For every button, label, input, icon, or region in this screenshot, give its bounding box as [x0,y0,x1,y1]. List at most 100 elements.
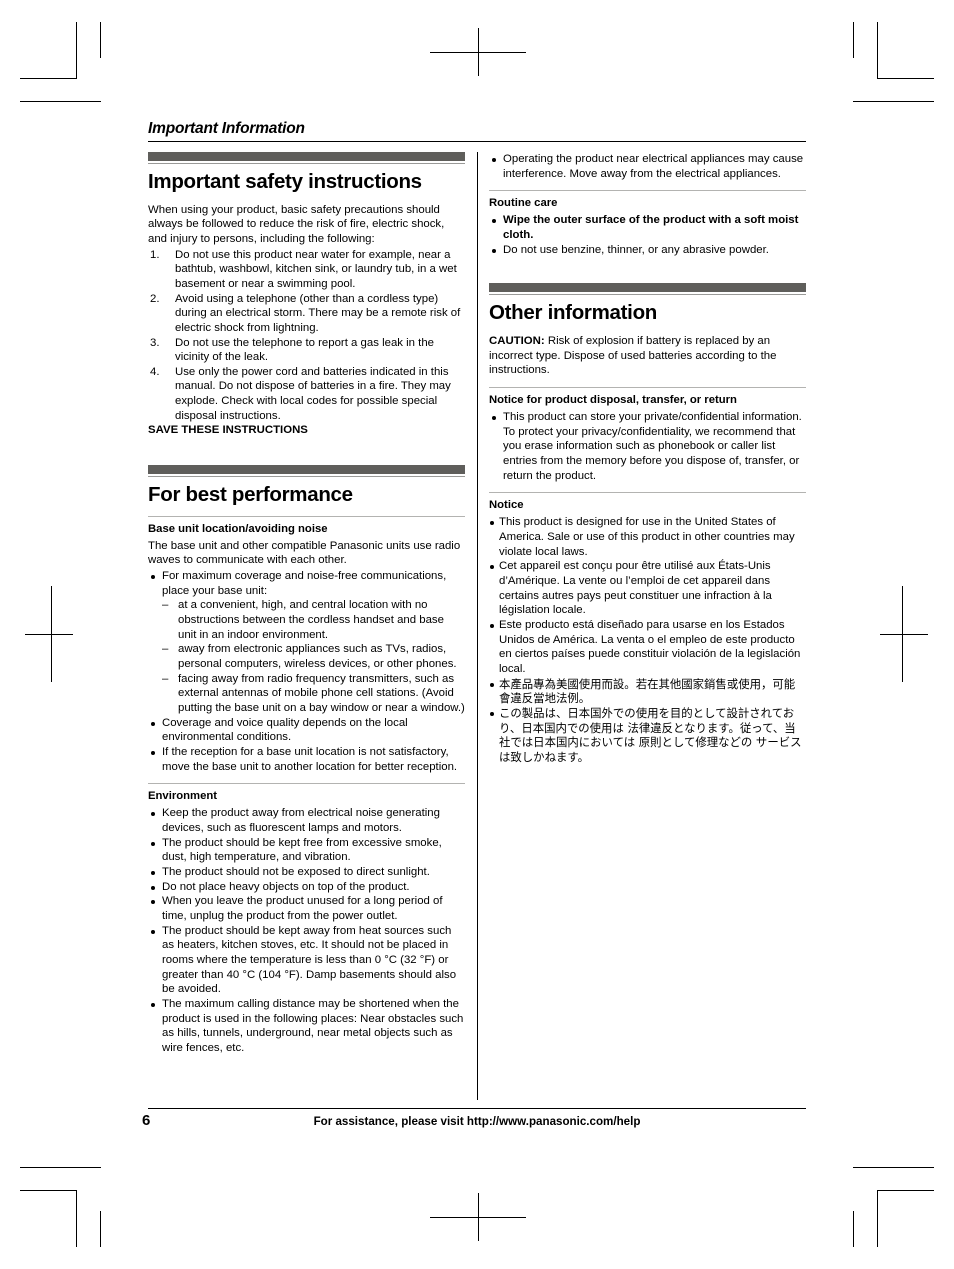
routine-care-bullet-list: Wipe the outer surface of the product wi… [489,213,806,257]
section-title: For best performance [148,483,353,507]
base-unit-bullet-list: For maximum coverage and noise-free comm… [148,569,465,598]
page-footer: 6 For assistance, please visit http://ww… [142,1108,806,1135]
crop-mark-bottom-right-inner-h [877,1190,934,1191]
section-bar-rule [489,294,806,296]
list-item: Wipe the outer surface of the product wi… [489,213,806,242]
list-item: The product should not be exposed to dir… [148,865,465,880]
crop-mark-top-left-inner-h [20,78,77,79]
column-gap [465,152,489,1101]
subsection-title-notice: Notice [489,499,524,512]
list-item-number: 3. [150,336,160,349]
save-these-instructions: SAVE THESE INSTRUCTIONS [148,424,308,437]
list-item-text: Use only the power cord and batteries in… [175,365,451,422]
list-item: 2. Avoid using a telephone (other than a… [148,292,465,336]
crop-mark-top-right-inner-v [877,22,878,79]
crop-mark-top-left-outer-v [100,22,101,58]
base-unit-dash-wrapper: at a convenient, high, and central locat… [148,598,465,715]
caution-label: CAUTION: [489,335,545,347]
subsection-title-product-disposal: Notice for product disposal, transfer, o… [489,393,737,406]
section-bar [148,465,465,475]
subsection-title-environment: Environment [148,790,218,803]
left-column: Important safety instructions When using… [148,152,465,1100]
footer-row: 6 For assistance, please visit http://ww… [142,1109,806,1135]
crop-mark-bottom-right-outer-h [853,1167,934,1168]
column-divider [476,152,478,1101]
list-item: 3. Do not use the telephone to report a … [148,336,465,365]
crop-mark-bottom-left-outer-h [20,1167,101,1168]
list-item-notice-en: This product is designed for use in the … [489,515,806,559]
subsection-title-routine-care: Routine care [489,197,558,210]
two-column-layout: Important safety instructions When using… [148,152,806,1101]
disposal-bullet-list: This product can store your private/conf… [489,410,806,483]
crop-mark-bottom-right-inner-v [877,1190,878,1247]
list-item-number: 1. [150,248,160,261]
subsection-rule [148,783,465,785]
list-item-notice-zh: 本產品專為美國使用而設。若在其他國家銷售或使用，可能會違反當地法例。 [489,677,806,706]
list-item: 1. Do not use this product near water fo… [148,248,465,292]
list-item: facing away from radio frequency transmi… [162,672,465,716]
registration-cross-left-h [25,634,73,635]
list-item: Do not use benzine, thinner, or any abra… [489,243,806,258]
list-item: The product should be kept free from exc… [148,836,465,865]
list-item: at a convenient, high, and central locat… [162,598,465,642]
safety-numbered-list: 1. Do not use this product near water fo… [148,248,465,424]
continued-bullet-list: Operating the product near electrical ap… [489,152,806,181]
base-unit-intro: The base unit and other compatible Panas… [148,539,461,567]
registration-cross-top-h [430,52,526,53]
list-item: 4. Use only the power cord and batteries… [148,365,465,424]
list-item: Operating the product near electrical ap… [489,152,806,181]
list-item-text: Do not use this product near water for e… [175,248,457,290]
crop-mark-bottom-left-inner-v [76,1190,77,1247]
section-bar-rule [148,163,465,165]
section-bar-rule [148,476,465,478]
section-bar [489,283,806,293]
section-for-best-performance: For best performance Base unit location/… [148,465,465,1055]
safety-intro-paragraph: When using your product, basic safety pr… [148,203,445,245]
list-item: Keep the product away from electrical no… [148,806,465,835]
section-title: Important safety instructions [148,170,422,194]
list-item: Do not place heavy objects on top of the… [148,880,465,895]
section-title: Other information [489,301,658,325]
crop-mark-top-right-inner-h [877,78,934,79]
running-head: Important Information [148,120,305,137]
subsection-rule [489,492,806,494]
list-item: When you leave the product unused for a … [148,894,465,923]
crop-mark-bottom-right-outer-v [853,1211,854,1247]
list-item: This product can store your private/conf… [489,410,806,483]
section-important-safety-instructions: Important safety instructions When using… [148,152,465,438]
section-bar [148,152,465,162]
crop-mark-top-right-outer-v [853,22,854,58]
environment-bullet-list: Keep the product away from electrical no… [148,806,465,1055]
subsection-title-base-unit-location: Base unit location/avoiding noise [148,522,328,535]
list-item-notice-ja: この製品は、日本国外での使用を目的として設計されており、日本国内での使用は 法律… [489,706,806,765]
list-item-notice-es: Este producto está diseñado para usarse … [489,618,806,677]
list-item: If the reception for a base unit locatio… [148,745,465,774]
registration-cross-right-h [880,634,928,635]
list-item: The maximum calling distance may be shor… [148,997,465,1056]
list-item: The product should be kept away from hea… [148,924,465,997]
list-item: For maximum coverage and noise-free comm… [148,569,465,598]
footer-assistance-text: For assistance, please visit http://www.… [313,1115,641,1128]
right-column: Operating the product near electrical ap… [489,152,806,1100]
list-item: Coverage and voice quality depends on th… [148,716,465,745]
subsection-rule [489,190,806,192]
subsection-rule [148,515,465,517]
header-rule [148,141,806,143]
registration-cross-bottom-h [430,1217,526,1218]
list-item-number: 2. [150,292,160,305]
section-other-information: Other information CAUTION: Risk of explo… [489,283,806,764]
list-item-text: Do not use the telephone to report a gas… [175,336,434,364]
page-content: Important Information Important safety i… [148,120,806,1130]
list-item-text: Avoid using a telephone (other than a co… [175,292,461,334]
notice-multilingual-list: This product is designed for use in the … [489,515,806,764]
list-item: away from electronic appliances such as … [162,642,465,671]
crop-mark-bottom-left-inner-h [20,1190,77,1191]
crop-mark-top-left-inner-v [76,22,77,79]
list-item-notice-fr: Cet appareil est conçu pour être utilisé… [489,559,806,618]
crop-mark-top-right-outer-h [853,101,934,102]
crop-mark-top-left-outer-h [20,101,101,102]
base-unit-dash-list: at a convenient, high, and central locat… [162,598,465,715]
caution-paragraph: CAUTION: Risk of explosion if battery is… [489,334,806,378]
